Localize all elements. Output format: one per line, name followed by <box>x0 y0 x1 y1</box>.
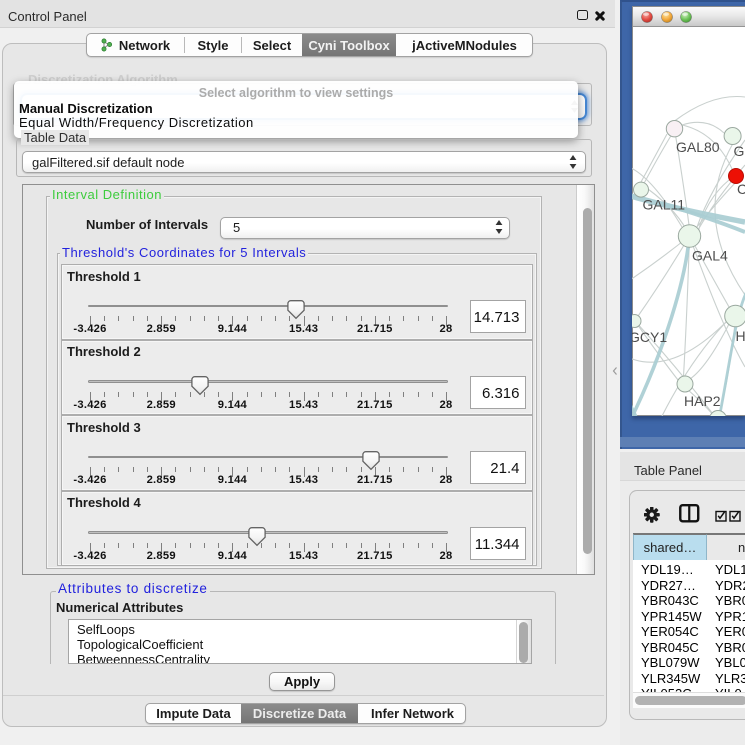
svg-text:GAL80: GAL80 <box>676 139 720 155</box>
svg-text:GCY1: GCY1 <box>632 329 667 345</box>
svg-text:GAL11: GAL11 <box>643 197 686 213</box>
svg-text:C: C <box>737 181 745 197</box>
svg-text:G.: G. <box>734 143 745 159</box>
svg-text:HAP2: HAP2 <box>684 393 721 409</box>
svg-text:H: H <box>736 328 745 344</box>
svg-text:GAL4: GAL4 <box>692 248 728 264</box>
